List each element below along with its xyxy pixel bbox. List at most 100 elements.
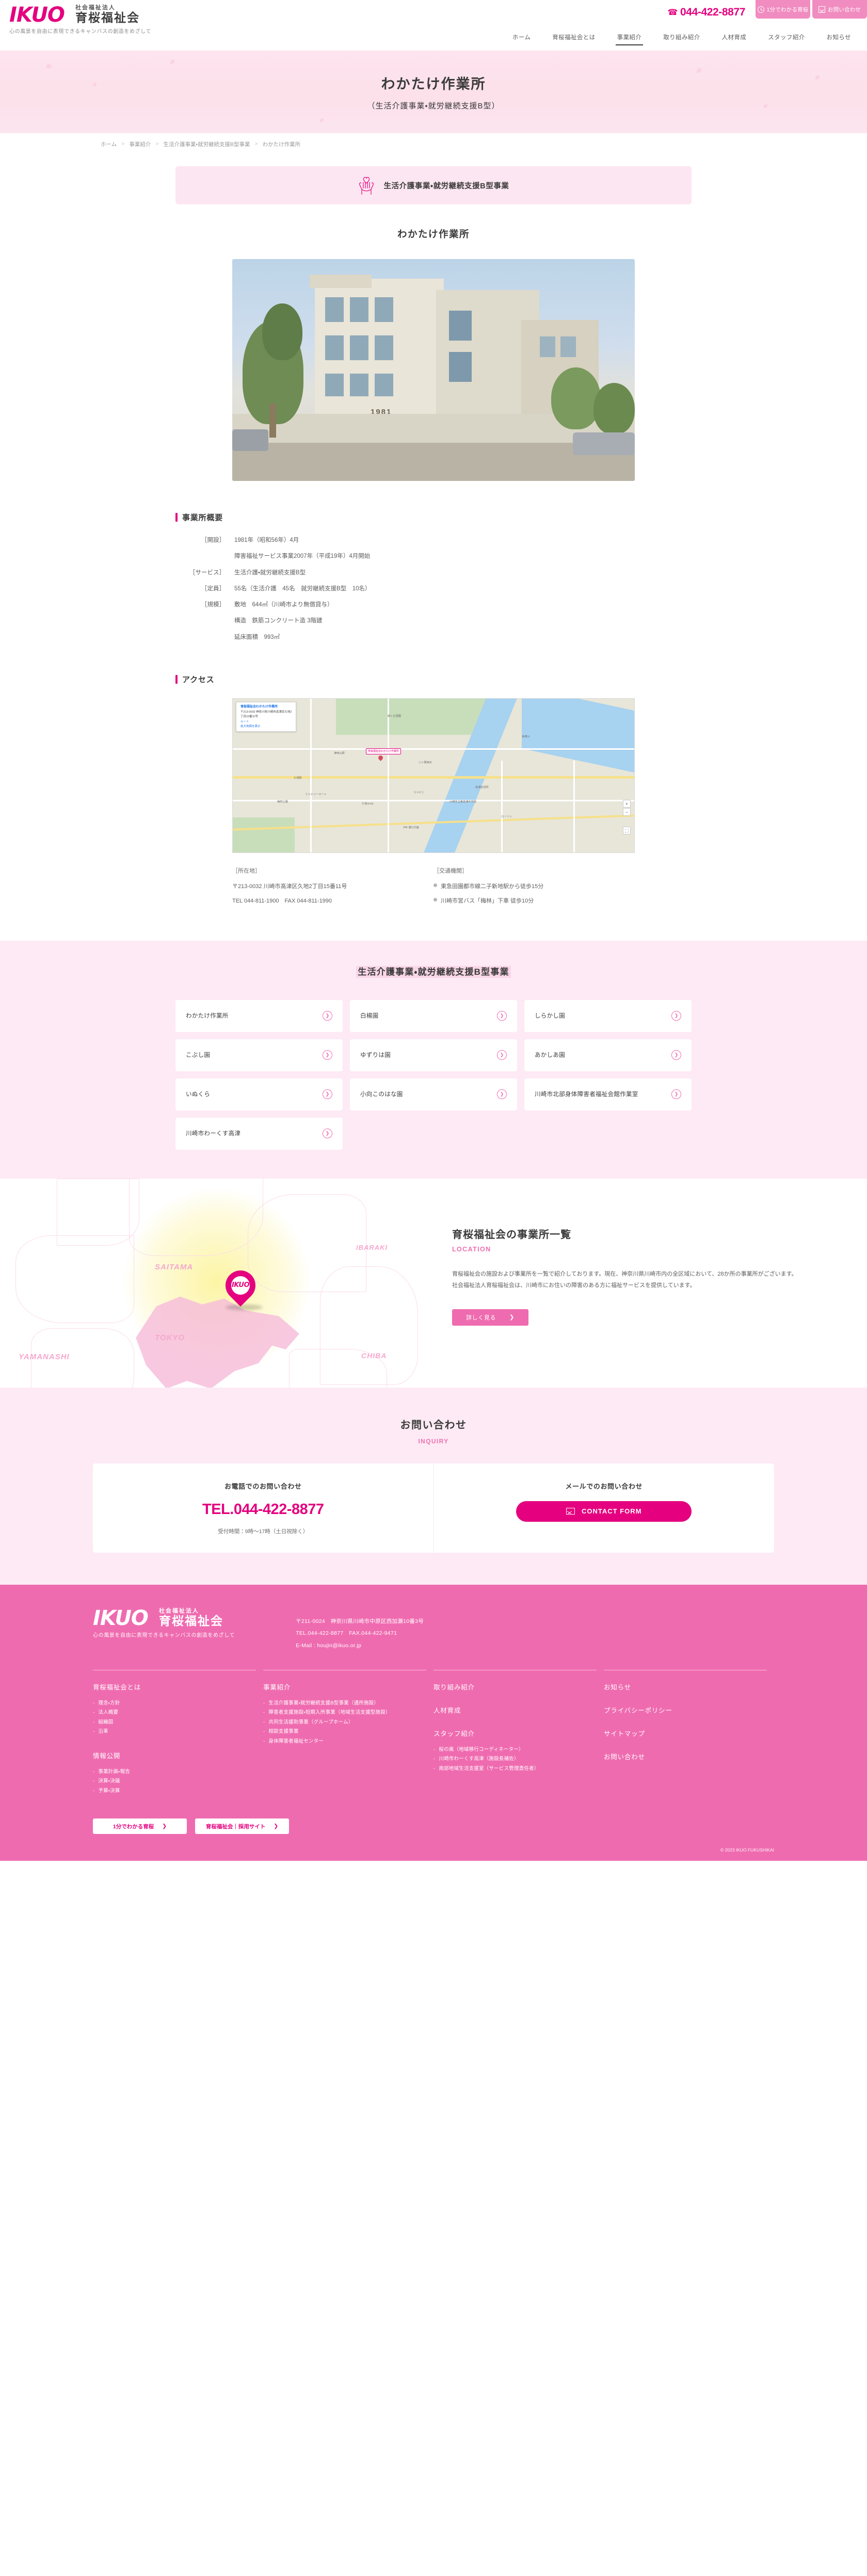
map-card-route-link[interactable]: ルート <box>240 720 292 725</box>
heading-accent-bar <box>175 513 178 522</box>
footer-link[interactable]: - 生活介護事業・就労継続支援B型事業（通所施設） <box>263 1699 413 1709</box>
heading-accent-bar <box>175 674 178 684</box>
map-place-label-11: コンビニ <box>413 791 424 794</box>
facility-card[interactable]: 川崎市わーくす高津 ❯ <box>175 1117 343 1150</box>
facility-card-name: ゆずりは園 <box>360 1052 391 1058</box>
footer-tel-fax: TEL.044-422-8877 FAX.044-422-9471 <box>296 1630 397 1637</box>
footer-link[interactable]: - 法人概要 <box>93 1708 243 1718</box>
footer-col4-link-2[interactable]: サイトマップ <box>604 1728 753 1738</box>
nav-item-5[interactable]: スタッフ紹介 <box>757 30 815 46</box>
footer-col1-title2[interactable]: 情報公開 <box>93 1750 243 1760</box>
site-logo[interactable]: IKUO 社会福祉法人 育桜福祉会 心の風景を自由に表現できるキャンバスの創造を… <box>9 5 151 35</box>
footer-link[interactable]: - 桜の風（地域移行コーディネーター） <box>434 1745 583 1755</box>
map-location-pin[interactable] <box>378 755 383 762</box>
mail-icon <box>566 1508 575 1515</box>
map-zoom-in-button[interactable]: + <box>623 799 631 808</box>
nav-item-2[interactable]: 事業紹介 <box>606 30 653 46</box>
dash-icon: - <box>263 1719 265 1725</box>
footer-link[interactable]: - 相談支援事業 <box>263 1727 413 1737</box>
location-more-label: 詳しく見る <box>466 1314 496 1321</box>
footer-link-label: 決算・決議 <box>98 1778 120 1784</box>
overview-row: 障害福祉サービス事業2007年（平成19年）4月開始 <box>187 552 692 561</box>
footer-buttons: 1分でわかる育桜 ❯ 育桜福祉会｜採用サイト ❯ <box>93 1818 774 1847</box>
bullet-icon <box>434 883 437 887</box>
dash-icon: - <box>434 1746 436 1752</box>
facility-card[interactable]: こぶし園 ❯ <box>175 1039 343 1071</box>
nav-item-3[interactable]: 取り組み紹介 <box>652 30 711 46</box>
chevron-right-icon: ❯ <box>509 1314 515 1321</box>
overview-key <box>187 617 234 625</box>
facility-card[interactable]: 白楊園 ❯ <box>350 1000 517 1032</box>
breadcrumb-item-2[interactable]: 生活介護事業・就労継続支援B型事業 <box>163 140 250 148</box>
footer-link[interactable]: - 障害者支援施設・短期入所事業（地域生活支援型施設） <box>263 1708 413 1718</box>
overview-heading: 事業所概要 <box>175 512 692 523</box>
footer-col4-link-0[interactable]: お知らせ <box>604 1682 753 1692</box>
footer-col-services: 事業紹介 - 生活介護事業・就労継続支援B型事業（通所施設） - 障害者支援施設・短期… <box>263 1669 426 1798</box>
facility-name-heading: わかたけ作業所 <box>397 229 470 239</box>
footer-email[interactable]: E-Mail : houjin@ikuo.or.jp <box>296 1640 424 1652</box>
nav-item-0[interactable]: ホーム <box>502 30 541 46</box>
map-zoom-out-button[interactable]: − <box>623 808 631 816</box>
facility-card[interactable]: 小向このはな園 ❯ <box>350 1078 517 1110</box>
inquiry-phone-number[interactable]: TEL.044-422-8877 <box>202 1501 324 1518</box>
nav-item-4[interactable]: 人材育成 <box>711 30 758 46</box>
chevron-right-icon: ❯ <box>274 1823 279 1830</box>
map-card-expand-link[interactable]: 拡大地図を表示 <box>240 725 292 729</box>
header-contact-button[interactable]: お問い合わせ <box>812 0 867 19</box>
footer-col3-title3[interactable]: スタッフ紹介 <box>434 1728 583 1738</box>
map-card-title: 育桜福祉会わかたけ作業所 <box>240 705 278 709</box>
footer-link-label: 予算・決算 <box>98 1788 120 1794</box>
footer-col2-title[interactable]: 事業紹介 <box>263 1682 413 1692</box>
header-phone[interactable]: ☎ 044-422-8877 <box>667 0 756 19</box>
footer-btn1-label: 1分でわかる育桜 <box>113 1823 154 1830</box>
footer-col4-link-1[interactable]: プライバシーポリシー <box>604 1705 753 1715</box>
breadcrumb: ホーム > 事業紹介 > 生活介護事業・就労継続支援B型事業 > わかたけ作業所 <box>0 133 867 155</box>
facility-card[interactable]: しらかし園 ❯ <box>524 1000 692 1032</box>
footer-link[interactable]: - 事業計画・報告 <box>93 1767 243 1777</box>
google-map[interactable]: 育桜福祉会わかたけ作業所 〒213-0032 神奈川県川崎市高津区久地2 丁目1… <box>232 698 635 853</box>
footer-link[interactable]: - 理念・方針 <box>93 1699 243 1709</box>
overview-value: 構造 鉄筋コンクリート造 3階建 <box>234 618 323 624</box>
footer-col1-title1[interactable]: 育桜福祉会とは <box>93 1682 243 1692</box>
facility-card[interactable]: 川崎市北部身体障害者福祉会館作業室 ❯ <box>524 1078 692 1110</box>
footer-org-name: 育桜福祉会 <box>158 1614 223 1628</box>
footer-col3-title1[interactable]: 取り組み紹介 <box>434 1682 583 1692</box>
overview-value: 延床面積 993㎡ <box>234 634 280 640</box>
nav-item-6[interactable]: お知らせ <box>816 30 862 46</box>
chevron-right-icon: ❯ <box>323 1011 332 1021</box>
footer-link[interactable]: - 身体障害者福祉センター <box>263 1737 413 1747</box>
location-en-title: LOCATION <box>452 1245 491 1253</box>
footer-col3-title2[interactable]: 人材育成 <box>434 1705 583 1715</box>
location-section: SAITAMAIBARAKITOKYOYAMANASHICHIBAKANAGAW… <box>0 1178 867 1388</box>
footer-link[interactable]: - 組織図 <box>93 1718 243 1728</box>
map-place-label-4: 津田山駅 <box>334 751 345 755</box>
footer-link[interactable]: - 沿革 <box>93 1727 243 1737</box>
breadcrumb-item-0[interactable]: ホーム <box>101 140 117 148</box>
transport-line-row: 東急田園都市線二子新地駅から徒歩15分 <box>434 882 635 890</box>
nav-item-1[interactable]: 育桜福祉会とは <box>541 30 606 46</box>
footer-link[interactable]: - 予算・決算 <box>93 1786 243 1796</box>
map-fullscreen-button[interactable]: ⛶ <box>623 826 631 834</box>
inquiry-phone-panel: お電話でのお問い合わせ TEL.044-422-8877 受付時間：9時〜17時… <box>93 1463 434 1553</box>
facility-card[interactable]: いぬくら ❯ <box>175 1078 343 1110</box>
footer-link[interactable]: - 川崎市わーくす高津（施設長補佐） <box>434 1754 583 1764</box>
footer-logo[interactable]: IKUO 社会福祉法人 育桜福祉会 心の風景を自由に表現できるキャンバスの創造を… <box>93 1608 235 1638</box>
map-place-label-12: 梅林公園 <box>277 800 288 803</box>
facility-card[interactable]: ゆずりは園 ❯ <box>350 1039 517 1071</box>
footer-link[interactable]: - 南部地域生活支援室（サービス管理責任者） <box>434 1764 583 1774</box>
map-info-card[interactable]: 育桜福祉会わかたけ作業所 〒213-0032 神奈川県川崎市高津区久地2 丁目1… <box>236 701 297 732</box>
location-more-button[interactable]: 詳しく見る ❯ <box>452 1309 528 1326</box>
overview-value: 敷地 644㎡（川崎市より無償貸与） <box>234 602 333 608</box>
breadcrumb-item-1[interactable]: 事業紹介 <box>129 140 151 148</box>
footer-link-label: 桜の風（地域移行コーディネーター） <box>439 1746 524 1752</box>
overview-heading-text: 事業所概要 <box>182 513 223 522</box>
footer-col4-link-3[interactable]: お問い合わせ <box>604 1751 753 1761</box>
footer-recruit-button[interactable]: 育桜福祉会｜採用サイト ❯ <box>195 1818 289 1834</box>
footer-link[interactable]: - 共同生活援助事業（グループホーム） <box>263 1718 413 1728</box>
contact-form-button[interactable]: CONTACT FORM <box>516 1501 692 1522</box>
footer-link[interactable]: - 決算・決議 <box>93 1777 243 1786</box>
facility-card[interactable]: わかたけ作業所 ❯ <box>175 1000 343 1032</box>
footer-quick-intro-button[interactable]: 1分でわかる育桜 ❯ <box>93 1818 187 1834</box>
quick-intro-button[interactable]: 1分でわかる育桜 <box>756 0 810 19</box>
facility-card[interactable]: あかしあ園 ❯ <box>524 1039 692 1071</box>
